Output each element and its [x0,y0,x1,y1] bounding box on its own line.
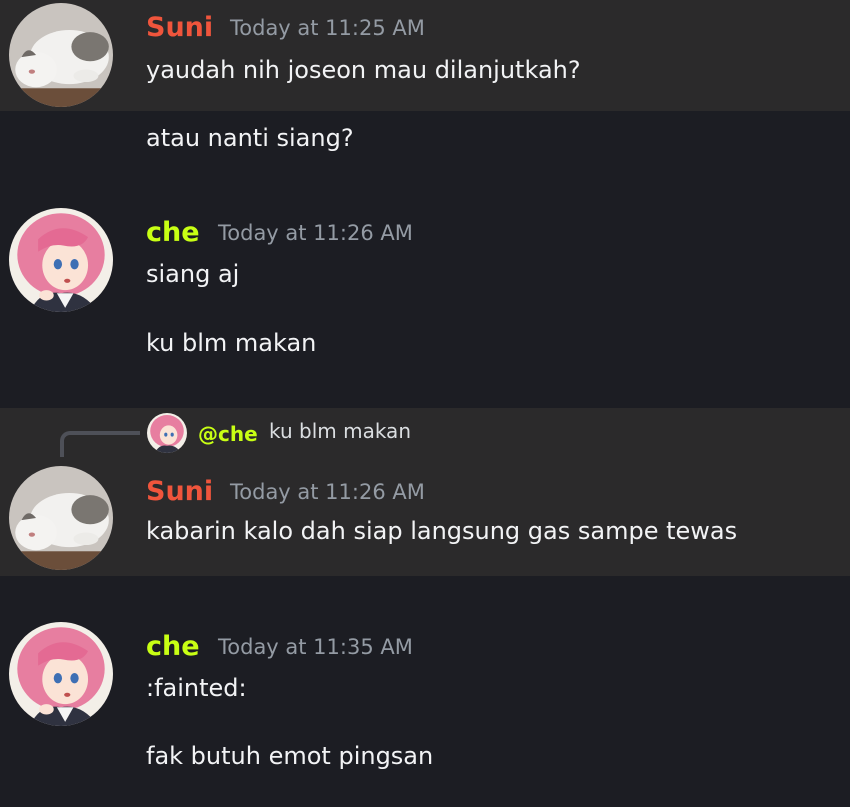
reply-preview-text[interactable]: ku blm makan [269,421,411,441]
avatar-suni[interactable] [9,3,113,107]
author-name[interactable]: che [146,219,200,246]
reply-spine [60,431,140,457]
avatar-suni[interactable] [9,466,113,570]
message-text: kabarin kalo dah siap langsung gas sampe… [146,517,738,545]
cat-avatar-icon [9,466,113,570]
message-text: atau nanti siang? [146,124,354,152]
message-text: ku blm makan [146,329,317,357]
message-timestamp[interactable]: Today at 11:26 AM [230,482,425,503]
message-timestamp[interactable]: Today at 11:25 AM [230,18,425,39]
message-text: fak butuh emot pingsan [146,742,434,770]
anime-girl-avatar-icon [9,208,113,312]
message-timestamp[interactable]: Today at 11:35 AM [218,637,413,658]
avatar-che[interactable] [9,622,113,726]
message-timestamp[interactable]: Today at 11:26 AM [218,223,413,244]
avatar-che[interactable] [9,208,113,312]
cat-avatar-icon [9,3,113,107]
author-name[interactable]: che [146,633,200,660]
message-text: siang aj [146,260,240,288]
reply-avatar-che[interactable] [147,413,187,453]
anime-girl-avatar-icon [9,622,113,726]
message-text: yaudah nih joseon mau dilanjutkah? [146,56,581,84]
reply-mention[interactable]: @che [198,424,258,444]
message-text: :fainted: [146,674,247,702]
anime-girl-avatar-icon [147,413,187,453]
author-name[interactable]: Suni [146,478,213,505]
author-name[interactable]: Suni [146,14,213,41]
